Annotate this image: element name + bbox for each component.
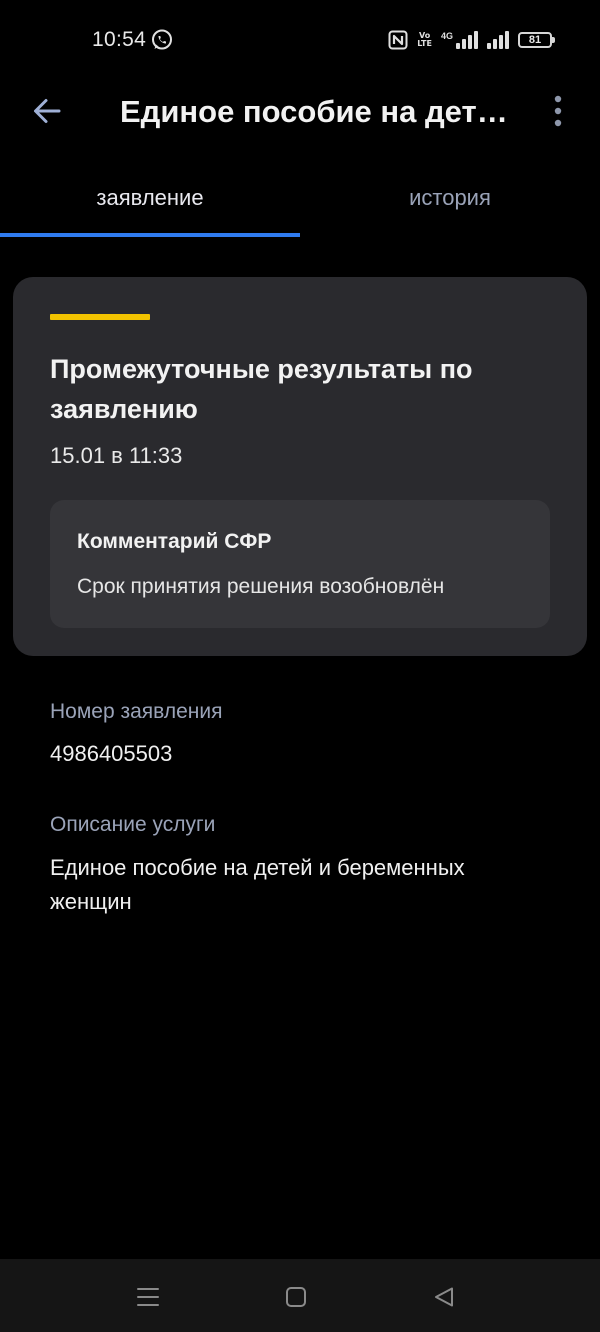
signal-bar <box>493 39 497 49</box>
signal-icon-1: 4G <box>441 31 478 49</box>
signal-bar <box>505 31 509 49</box>
active-tab-indicator <box>0 233 300 237</box>
signal-bar <box>468 35 472 49</box>
battery-level: 81 <box>528 34 542 46</box>
application-number-label: Номер заявления <box>50 700 223 723</box>
volte-line-2: LTE <box>417 39 432 48</box>
signal-bar <box>456 43 460 49</box>
application-number-value: 4986405503 <box>50 741 173 766</box>
status-indicators: Vo LTE 4G 81 <box>388 28 555 52</box>
volte-indicator: Vo LTE <box>417 32 432 48</box>
status-accent-bar <box>50 314 150 320</box>
nav-back-button[interactable] <box>424 1277 464 1317</box>
status-title: Промежуточные результаты по заявлению <box>50 354 473 424</box>
nav-recents-button[interactable] <box>128 1277 168 1317</box>
service-description-label: Описание услуги <box>50 813 216 836</box>
comment-title: Комментарий СФР <box>77 530 272 553</box>
status-bar: 10:54 Vo LTE 4G 81 <box>0 0 600 80</box>
tab-history[interactable]: история <box>300 170 600 238</box>
service-description-value: Единое пособие на детей и беременных жен… <box>50 855 465 914</box>
nav-home-button[interactable] <box>276 1277 316 1317</box>
arrow-left-icon <box>34 99 61 123</box>
more-options-button[interactable] <box>538 88 578 134</box>
comment-box: Комментарий СФР Срок принятия решения во… <box>50 500 550 628</box>
comment-text: Срок принятия решения возобновлён <box>77 575 445 598</box>
network-type: 4G <box>440 31 453 41</box>
page-title: Единое пособие на детей и беременных жен… <box>120 94 520 129</box>
status-time: 10:54 <box>92 28 147 51</box>
more-vertical-icon <box>554 95 562 127</box>
battery-icon: 81 <box>518 32 555 48</box>
tab-bar: заявление история <box>0 170 600 238</box>
nfc-icon <box>388 30 408 50</box>
triangle-back-icon <box>435 1287 453 1307</box>
status-card: Промежуточные результаты по заявлению 15… <box>13 277 587 656</box>
system-nav-bar <box>0 1259 600 1332</box>
signal-bar <box>462 39 466 49</box>
signal-bar <box>499 35 503 49</box>
square-icon <box>286 1287 306 1307</box>
signal-bar <box>474 31 478 49</box>
signal-bar <box>487 43 491 49</box>
menu-icon <box>137 1288 159 1306</box>
signal-icon-2 <box>487 31 509 49</box>
status-date: 15.01 в 11:33 <box>50 443 183 468</box>
back-button[interactable] <box>24 88 70 134</box>
whatsapp-icon <box>150 28 174 52</box>
tab-statement[interactable]: заявление <box>0 170 300 238</box>
